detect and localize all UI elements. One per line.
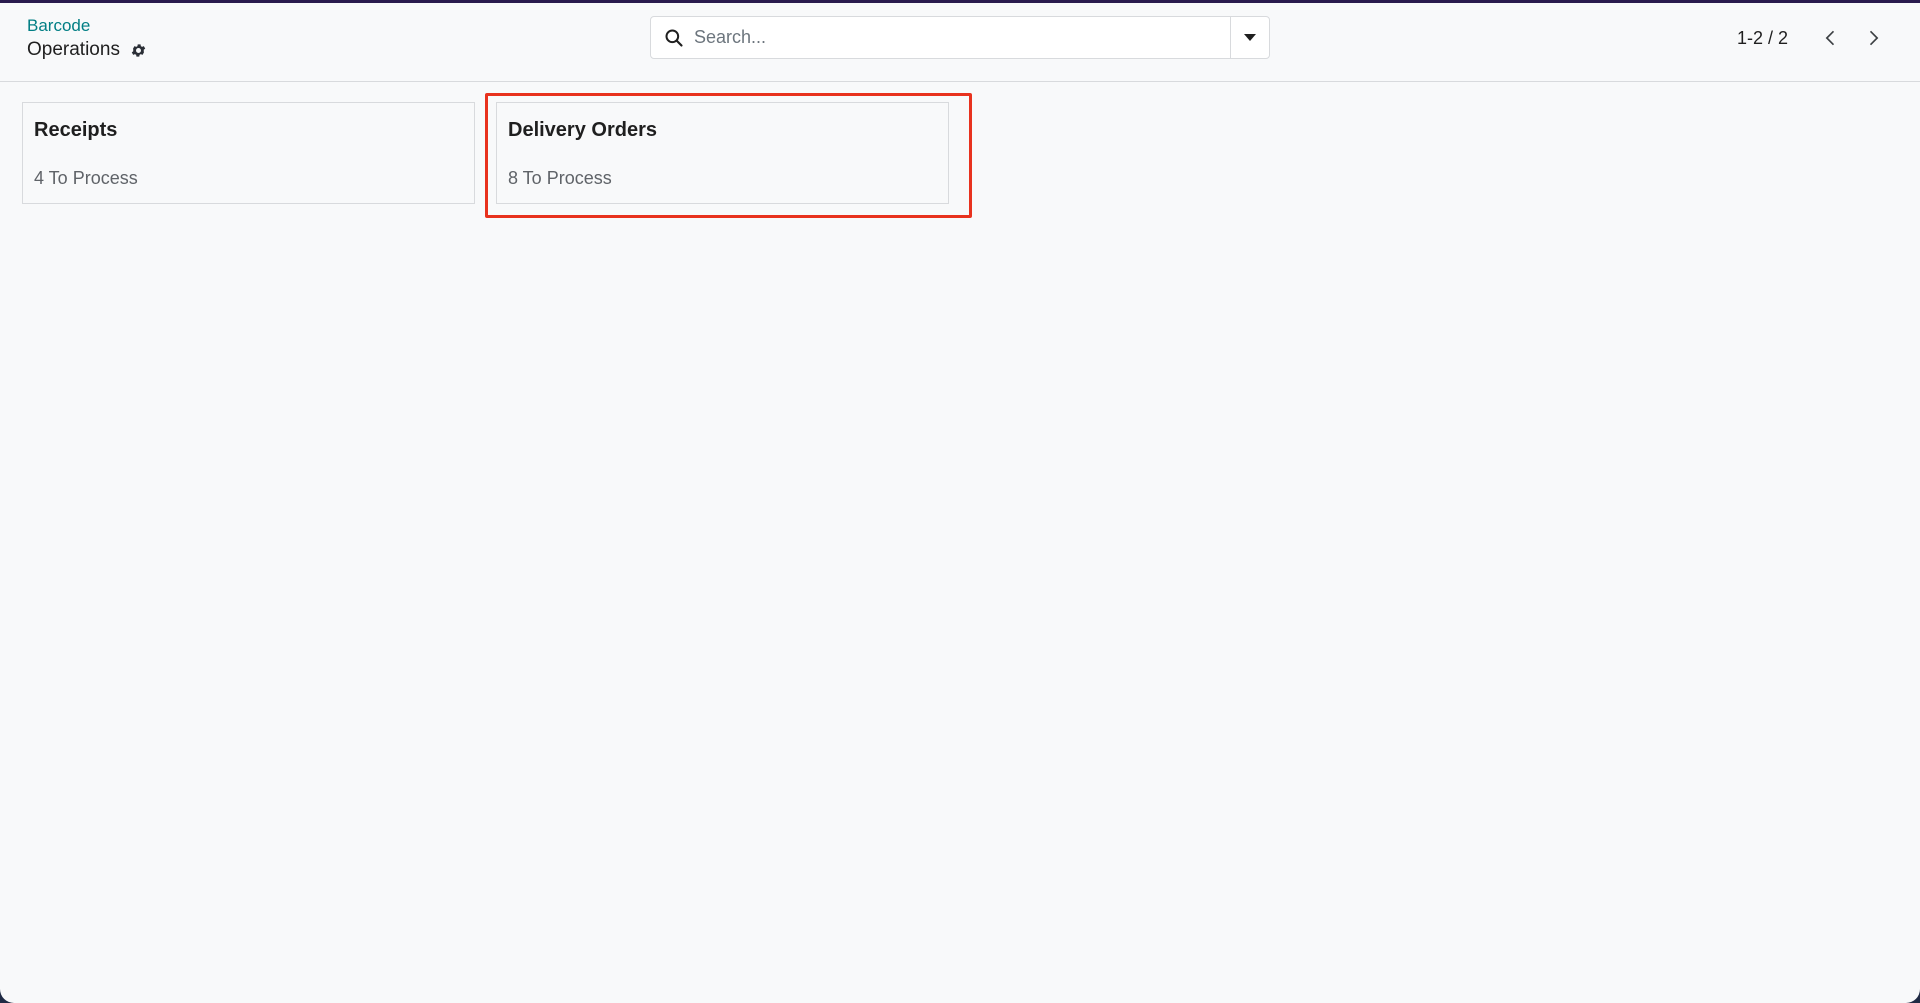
gear-icon[interactable] <box>130 42 147 59</box>
page-title: Operations <box>27 39 120 60</box>
breadcrumb-link-barcode[interactable]: Barcode <box>27 16 147 36</box>
chevron-left-icon <box>1825 30 1835 46</box>
control-panel: Barcode Operations Search... 1-2 / 2 <box>0 3 1920 82</box>
pager-next-button[interactable] <box>1856 21 1890 55</box>
card-title: Delivery Orders <box>508 119 657 141</box>
caret-down-icon <box>1244 34 1256 41</box>
search-icon <box>664 28 684 48</box>
kanban-card-receipts[interactable]: Receipts 4 To Process <box>22 102 475 204</box>
search-options-toggle[interactable] <box>1230 17 1269 58</box>
card-title: Receipts <box>34 119 118 141</box>
search-input[interactable] <box>684 17 1230 58</box>
breadcrumb-current: Operations <box>27 38 147 62</box>
breadcrumb: Barcode Operations <box>27 16 147 62</box>
app-window: Barcode Operations Search... 1-2 / 2 Rec… <box>0 0 1920 1003</box>
search-box <box>650 16 1270 59</box>
pager: 1-2 / 2 <box>1737 21 1890 55</box>
kanban-card-delivery-orders[interactable]: Delivery Orders 8 To Process <box>496 102 949 204</box>
card-to-process-count: 8 To Process <box>508 168 612 188</box>
card-to-process-count: 4 To Process <box>34 168 138 188</box>
kanban-view: Receipts 4 To Process Delivery Orders 8 … <box>0 83 1920 1003</box>
chevron-right-icon <box>1869 30 1879 46</box>
pager-previous-button[interactable] <box>1814 21 1848 55</box>
pager-value[interactable]: 1-2 / 2 <box>1737 28 1788 49</box>
